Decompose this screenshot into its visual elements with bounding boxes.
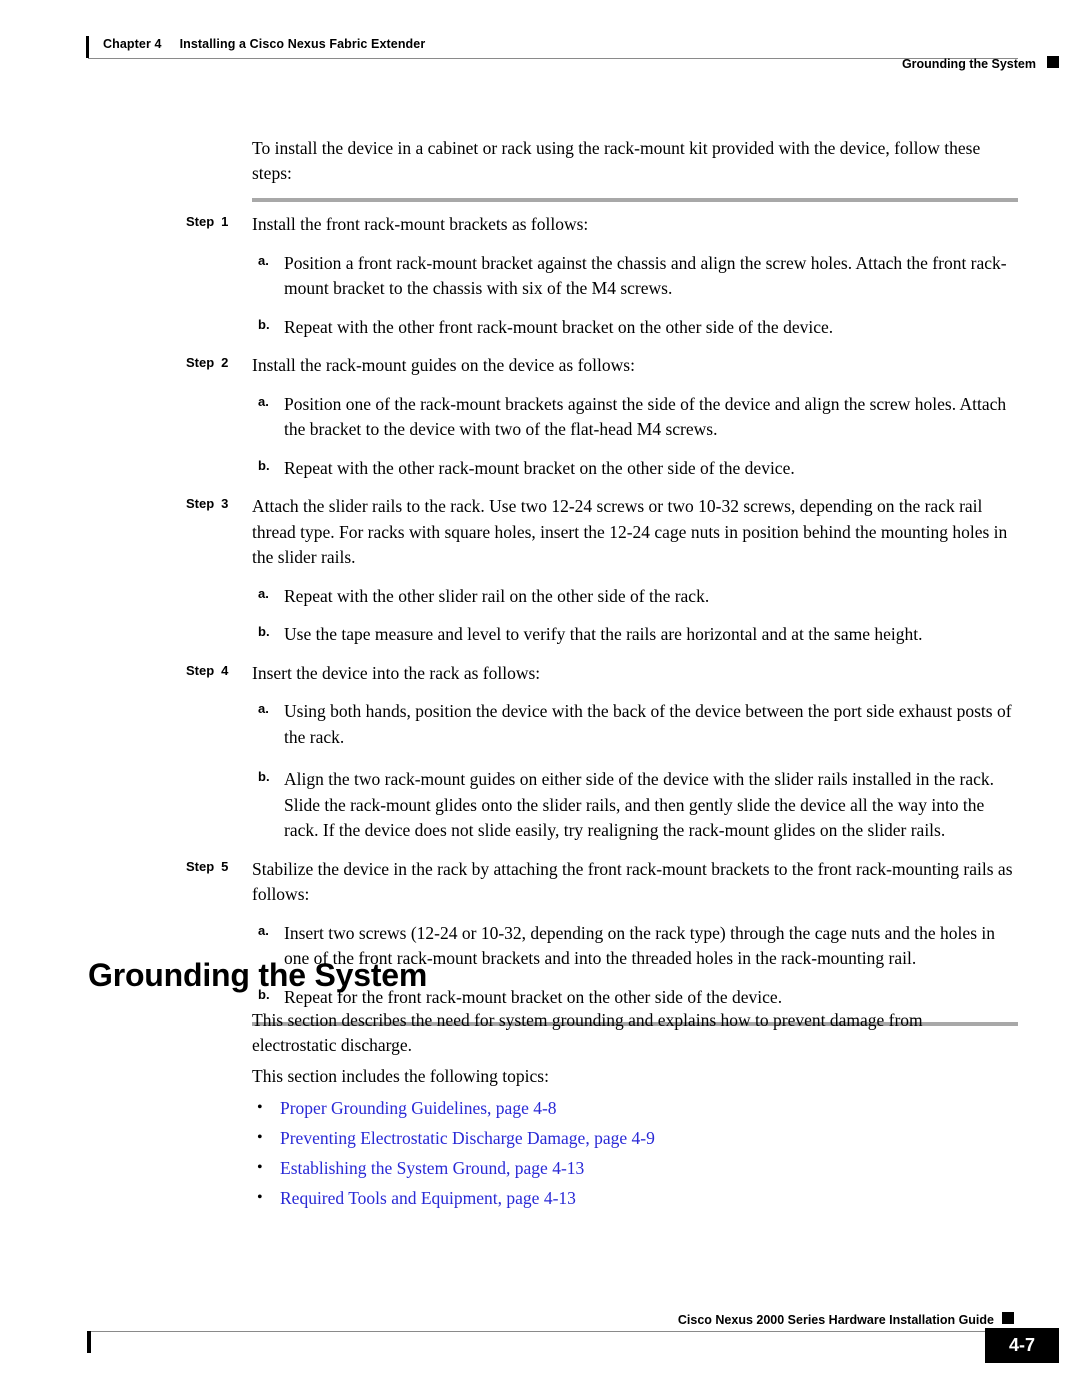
substep-marker: b. [258, 457, 270, 473]
step-label: Step 3 [186, 496, 228, 511]
header-chapter-breadcrumb: Chapter 4 Installing a Cisco Nexus Fabric… [103, 37, 425, 51]
list-item[interactable]: • Proper Grounding Guidelines, page 4-8 [252, 1093, 982, 1123]
substep-item: a. Position a front rack-mount bracket a… [0, 251, 1080, 308]
substep-item: b. Align the two rack-mount guides on ei… [0, 767, 1080, 850]
step-number: 4 [221, 662, 229, 678]
step-text: Install the rack-mount guides on the dev… [252, 355, 635, 375]
step-number: 1 [221, 214, 229, 229]
substep-marker: a. [258, 252, 269, 268]
substep-item: a. Position one of the rack-mount bracke… [0, 392, 1080, 449]
step-item: Step 4 Insert the device into the rack as… [0, 661, 1080, 693]
step-label-word: Step [186, 662, 215, 678]
substep-marker: b. [258, 769, 270, 784]
substep-marker: a. [258, 585, 269, 601]
step-number: 3 [221, 496, 229, 511]
topic-link[interactable]: Preventing Electrostatic Discharge Damag… [280, 1128, 655, 1148]
step-text: Attach the slider rails to the rack. Use… [252, 496, 1008, 567]
step-label: Step 4 [186, 663, 228, 678]
intro-paragraph: To install the device in a cabinet or ra… [252, 138, 981, 183]
substep-text: Position a front rack-mount bracket agai… [284, 252, 1007, 299]
topic-link[interactable]: Proper Grounding Guidelines, page 4-8 [280, 1098, 557, 1118]
substep-item: a. Using both hands, position the device… [0, 699, 1080, 756]
substep-text: Align the two rack-mount guides on eithe… [284, 769, 995, 840]
list-item[interactable]: • Required Tools and Equipment, page 4-1… [252, 1183, 982, 1213]
step-item: Step 2 Install the rack-mount guides on t… [0, 353, 1080, 385]
header-divider [88, 58, 1018, 59]
step-label: Step 1 [186, 214, 228, 229]
substep-text: Using both hands, position the device wi… [284, 701, 1012, 747]
step-text: Insert the device into the rack as follo… [252, 662, 541, 683]
substep-item: b. Use the tape measure and level to ver… [0, 622, 1080, 654]
substep-text: Repeat with the other rack-mount bracket… [284, 457, 795, 478]
step-item: Step 5 Stabilize the device in the rack b… [0, 857, 1080, 914]
page-number: 4-7 [985, 1328, 1059, 1363]
bullet-icon: • [257, 1129, 263, 1146]
section-heading: Grounding the System [88, 957, 428, 994]
header-section-title: Grounding the System [901, 57, 1036, 71]
substep-marker: a. [258, 922, 269, 938]
page-header: Chapter 4 Installing a Cisco Nexus Fabric… [0, 0, 1080, 71]
substep-text: Position one of the rack-mount brackets … [284, 393, 1007, 440]
page-footer: Cisco Nexus 2000 Series Hardware Install… [0, 1300, 1080, 1397]
step-label-word: Step [186, 858, 215, 874]
substep-marker: a. [258, 701, 269, 716]
header-left-bar-icon [86, 36, 89, 58]
step-number: 2 [221, 355, 229, 370]
step-item: Step 1 Install the front rack-mount brack… [0, 212, 1080, 244]
step-label: Step 2 [186, 355, 228, 370]
section-paragraph-1: This section describes the need for syst… [252, 1010, 923, 1055]
list-item[interactable]: • Preventing Electrostatic Discharge Dam… [252, 1123, 982, 1153]
header-chapter-label: Chapter 4 [103, 37, 162, 51]
substep-text: Repeat with the other slider rail on the… [284, 585, 710, 606]
step-text: Stabilize the device in the rack by atta… [252, 858, 1013, 905]
step-label-word: Step [186, 355, 215, 370]
substep-marker: b. [258, 624, 270, 639]
step-number: 5 [221, 858, 229, 874]
section-paragraph-2: This section includes the following topi… [252, 1066, 549, 1086]
bullet-icon: • [257, 1099, 263, 1116]
topic-link[interactable]: Required Tools and Equipment, page 4-13 [280, 1188, 576, 1208]
bullet-icon: • [257, 1189, 263, 1206]
footer-guide-title: Cisco Nexus 2000 Series Hardware Install… [677, 1313, 994, 1327]
step-label-word: Step [186, 496, 215, 511]
procedure-block: Step 1 Install the front rack-mount brack… [0, 198, 1080, 1026]
substep-item: a. Repeat with the other slider rail on … [0, 584, 1080, 616]
topic-link-list: • Proper Grounding Guidelines, page 4-8 … [252, 1093, 982, 1213]
substep-marker: a. [258, 393, 269, 409]
black-square-marker-icon [1047, 56, 1059, 68]
step-label-word: Step [186, 214, 215, 229]
substep-text: Use the tape measure and level to verify… [284, 624, 923, 644]
substep-item: b. Repeat with the other front rack-moun… [0, 315, 1080, 347]
header-chapter-title: Installing a Cisco Nexus Fabric Extender [179, 37, 426, 51]
procedure-steps: Step 1 Install the front rack-mount brack… [0, 202, 1080, 1022]
list-item[interactable]: • Establishing the System Ground, page 4… [252, 1153, 982, 1183]
substep-item: b. Repeat with the other rack-mount brac… [0, 456, 1080, 488]
black-square-marker-icon [1002, 1312, 1014, 1324]
substep-text: Repeat with the other front rack-mount b… [284, 316, 834, 337]
step-text: Install the front rack-mount brackets as… [252, 214, 589, 234]
document-page: Chapter 4 Installing a Cisco Nexus Fabric… [0, 0, 1080, 1397]
footer-left-bar-icon [87, 1331, 91, 1353]
step-item: Step 3 Attach the slider rails to the rac… [0, 494, 1080, 577]
step-label: Step 5 [186, 859, 228, 874]
bullet-icon: • [257, 1159, 263, 1176]
substep-marker: b. [258, 316, 270, 332]
footer-divider [88, 1331, 1018, 1332]
topic-link[interactable]: Establishing the System Ground, page 4-1… [280, 1158, 584, 1178]
